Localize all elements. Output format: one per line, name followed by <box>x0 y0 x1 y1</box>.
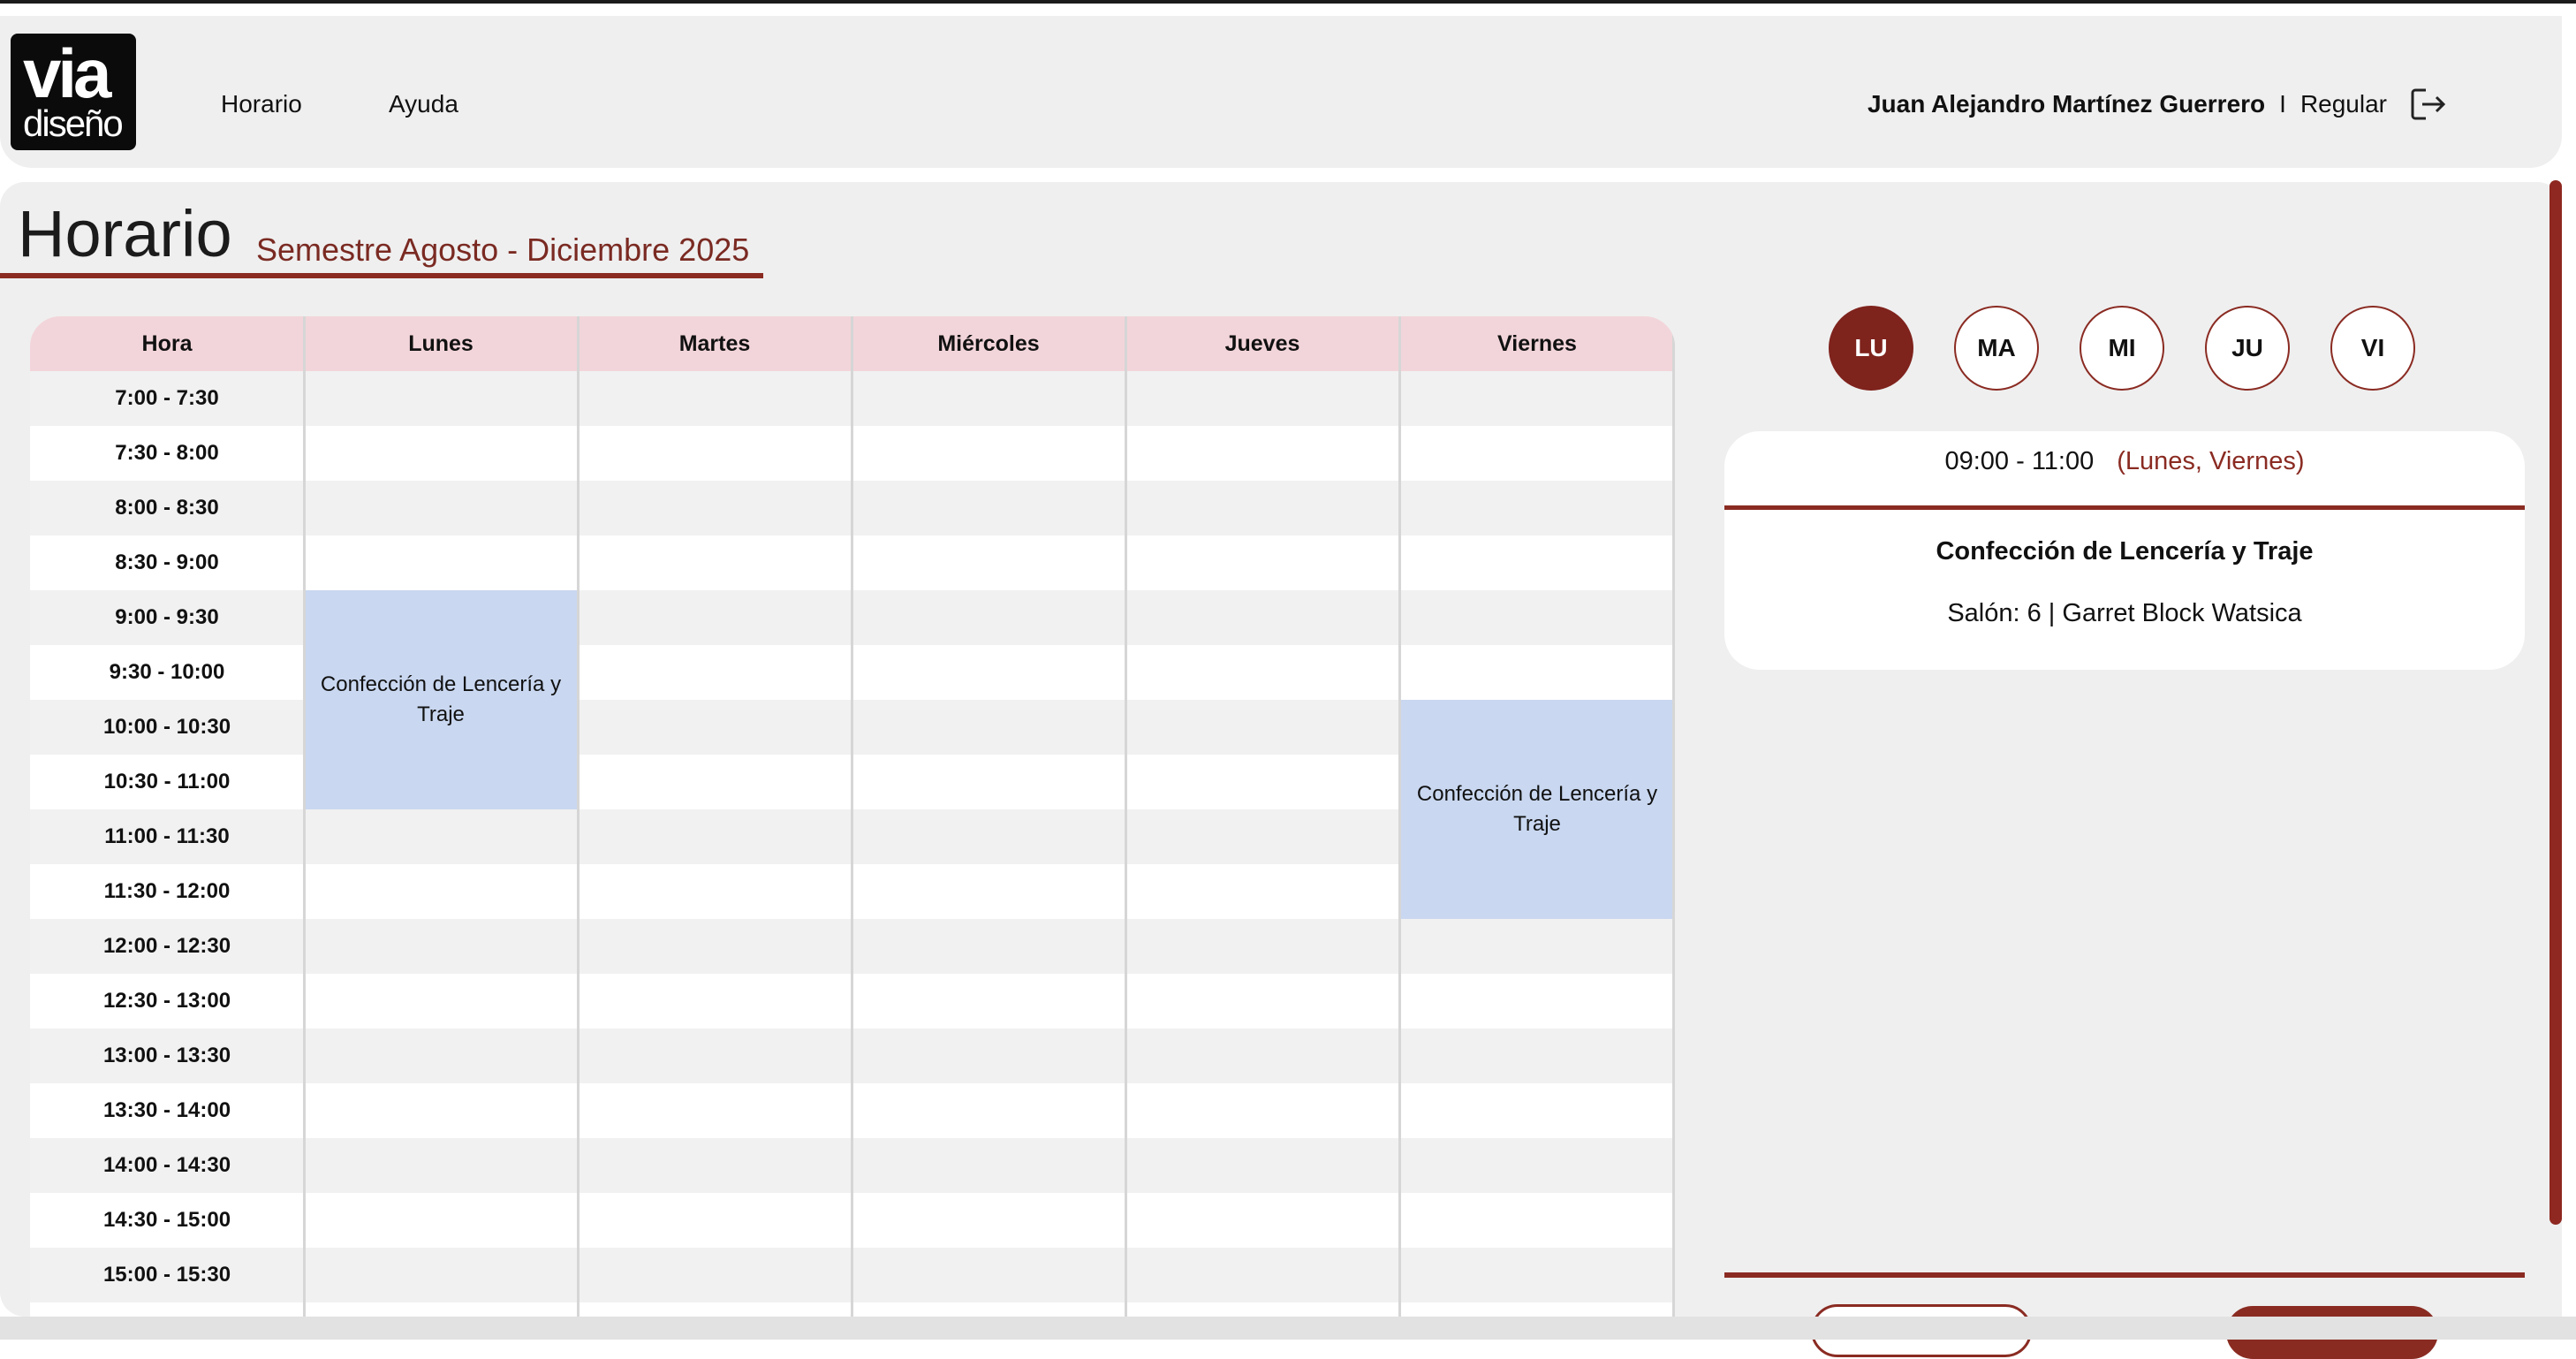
nav-ayuda[interactable]: Ayuda <box>389 90 458 118</box>
detail-subject: Confección de Lencería y Traje <box>1936 537 2314 566</box>
detail-time: 09:00 - 11:00 <box>1944 447 2095 475</box>
header-viernes: Viernes <box>1497 331 1577 356</box>
via-diseno-logo[interactable]: via diseño <box>11 34 136 150</box>
day-button-ma[interactable]: MA <box>1954 306 2039 391</box>
scrollbar[interactable] <box>2549 180 2562 1225</box>
class-detail-card: 09:00 - 11:00 (Lunes, Viernes) Confección… <box>1724 431 2525 670</box>
logo-text-diseno: diseño <box>23 102 124 144</box>
timetable: Hora Lunes Martes Miércoles Jueves Viern… <box>30 316 1675 1317</box>
column-divider <box>303 316 306 1317</box>
detail-room: Salón: 6 | Garret Block Watsica <box>1947 599 2302 627</box>
time-cell: 9:00 - 9:30 <box>115 605 219 629</box>
logout-icon[interactable] <box>2410 87 2449 122</box>
column-divider <box>1125 316 1127 1317</box>
header-lunes: Lunes <box>408 331 474 356</box>
user-area: Juan Alejandro Martínez Guerrero I Regul… <box>1868 87 2449 122</box>
top-header: via diseño Horario Ayuda Juan Alejandro … <box>0 16 2562 168</box>
time-cell: 11:00 - 11:30 <box>104 824 230 848</box>
detail-divider <box>1724 505 2525 510</box>
time-cell: 8:30 - 9:00 <box>115 550 219 574</box>
window-top-border <box>0 0 2576 4</box>
title-underline <box>0 273 763 278</box>
semester-label: Semestre Agosto - Diciembre 2025 <box>256 232 750 268</box>
user-role: Regular <box>2299 90 2387 118</box>
page-title: Horario <box>18 197 232 270</box>
day-button-mi[interactable]: MI <box>2080 306 2164 391</box>
window-bottom-edge <box>0 1317 2576 1340</box>
time-cell: 13:30 - 14:00 <box>102 1098 231 1122</box>
time-cell: 8:00 - 8:30 <box>115 496 219 520</box>
header-martes: Martes <box>678 331 751 356</box>
time-cell: 9:30 - 10:00 <box>109 660 225 684</box>
time-cell: 14:30 - 15:00 <box>102 1208 231 1232</box>
time-cell: 10:00 - 10:30 <box>102 715 231 739</box>
column-divider <box>1398 316 1401 1317</box>
column-divider <box>1672 316 1675 1317</box>
panel-bottom-divider <box>1724 1272 2525 1278</box>
day-button-ju[interactable]: JU <box>2205 306 2290 391</box>
user-separator: I <box>2279 90 2286 118</box>
nav-horario[interactable]: Horario <box>221 90 302 118</box>
time-cell: 15:00 - 15:30 <box>102 1263 231 1287</box>
day-button-vi[interactable]: VI <box>2330 306 2415 391</box>
class-block-viernes[interactable]: Confección de Lencería y Traje <box>1399 700 1675 919</box>
time-cell: 10:30 - 11:00 <box>103 770 231 793</box>
day-button-lu[interactable]: LU <box>1829 306 1913 391</box>
time-cell: 12:00 - 12:30 <box>102 934 231 958</box>
detail-days: (Lunes, Viernes) <box>2117 447 2305 475</box>
column-divider <box>577 316 580 1317</box>
time-cell: 14:00 - 14:30 <box>102 1153 231 1177</box>
time-cell: 12:30 - 13:00 <box>102 989 231 1013</box>
header-hora: Hora <box>141 331 193 356</box>
time-cell: 7:00 - 7:30 <box>115 386 219 410</box>
user-name: Juan Alejandro Martínez Guerrero <box>1867 90 2266 118</box>
time-cell: 13:00 - 13:30 <box>102 1044 231 1067</box>
header-miercoles: Miércoles <box>937 331 1040 356</box>
class-block-lunes[interactable]: Confección de Lencería y Traje <box>304 590 578 809</box>
column-divider <box>851 316 853 1317</box>
detail-time-row: 09:00 - 11:00 (Lunes, Viernes) <box>1724 447 2525 476</box>
header-jueves: Jueves <box>1224 331 1300 356</box>
logo-text-via: via <box>23 34 111 112</box>
time-cell: 11:30 - 12:00 <box>103 879 231 903</box>
time-cell: 7:30 - 8:00 <box>115 441 219 465</box>
